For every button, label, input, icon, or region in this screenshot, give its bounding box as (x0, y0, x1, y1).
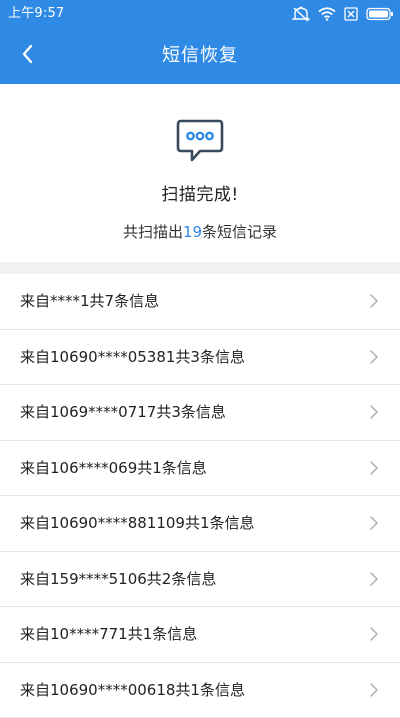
section-divider (0, 262, 400, 274)
scan-count-prefix: 共扫描出 (123, 223, 183, 241)
sms-group-label: 来自10690****881109共1条信息 (20, 496, 255, 550)
mute-icon (292, 6, 310, 22)
app-bar: 短信恢复 (0, 28, 400, 84)
scan-summary: 扫描完成! 共扫描出19条短信记录 (0, 84, 400, 262)
page-title: 短信恢复 (0, 28, 400, 84)
message-bubble-icon (175, 118, 225, 164)
sms-group-label: 来自10****771共1条信息 (20, 607, 197, 661)
chevron-right-icon (370, 572, 378, 586)
sms-group-list: 来自****1共7条信息 来自10690****05381共3条信息 来自106… (0, 274, 400, 718)
sms-group-label: 来自106****069共1条信息 (20, 441, 207, 495)
sms-group-row[interactable]: 来自1069****0717共3条信息 (0, 385, 400, 441)
sms-group-label: 来自****1共7条信息 (20, 274, 159, 328)
status-time: 上午9:57 (8, 6, 64, 22)
sms-group-row[interactable]: 来自159****5106共2条信息 (0, 552, 400, 608)
chevron-right-icon (370, 294, 378, 308)
sim-off-icon (344, 7, 358, 21)
scan-count-value: 19 (183, 223, 202, 241)
sms-group-row[interactable]: 来自10****771共1条信息 (0, 607, 400, 663)
sms-group-label: 来自10690****05381共3条信息 (20, 330, 245, 384)
scan-count-suffix: 条短信记录 (202, 223, 277, 241)
sms-group-row[interactable]: 来自10690****881109共1条信息 (0, 496, 400, 552)
sms-group-label: 来自10690****00618共1条信息 (20, 663, 245, 717)
sms-group-row[interactable]: 来自****1共7条信息 (0, 274, 400, 330)
sms-group-label: 来自1069****0717共3条信息 (20, 385, 226, 439)
chevron-right-icon (370, 461, 378, 475)
chevron-right-icon (370, 516, 378, 530)
chevron-right-icon (370, 683, 378, 697)
chevron-right-icon (370, 627, 378, 641)
sms-group-row[interactable]: 来自106****069共1条信息 (0, 441, 400, 497)
scan-complete-title: 扫描完成! (0, 180, 400, 205)
status-bar: 上午9:57 (0, 0, 400, 28)
status-icons (292, 4, 394, 24)
scan-count-line: 共扫描出19条短信记录 (0, 221, 400, 242)
sms-group-row[interactable]: 来自10690****00618共1条信息 (0, 663, 400, 718)
chevron-right-icon (370, 405, 378, 419)
wifi-icon (318, 7, 336, 21)
sms-group-label: 来自159****5106共2条信息 (20, 552, 216, 606)
chevron-right-icon (370, 350, 378, 364)
battery-icon (366, 7, 394, 21)
sms-group-row[interactable]: 来自10690****05381共3条信息 (0, 330, 400, 386)
